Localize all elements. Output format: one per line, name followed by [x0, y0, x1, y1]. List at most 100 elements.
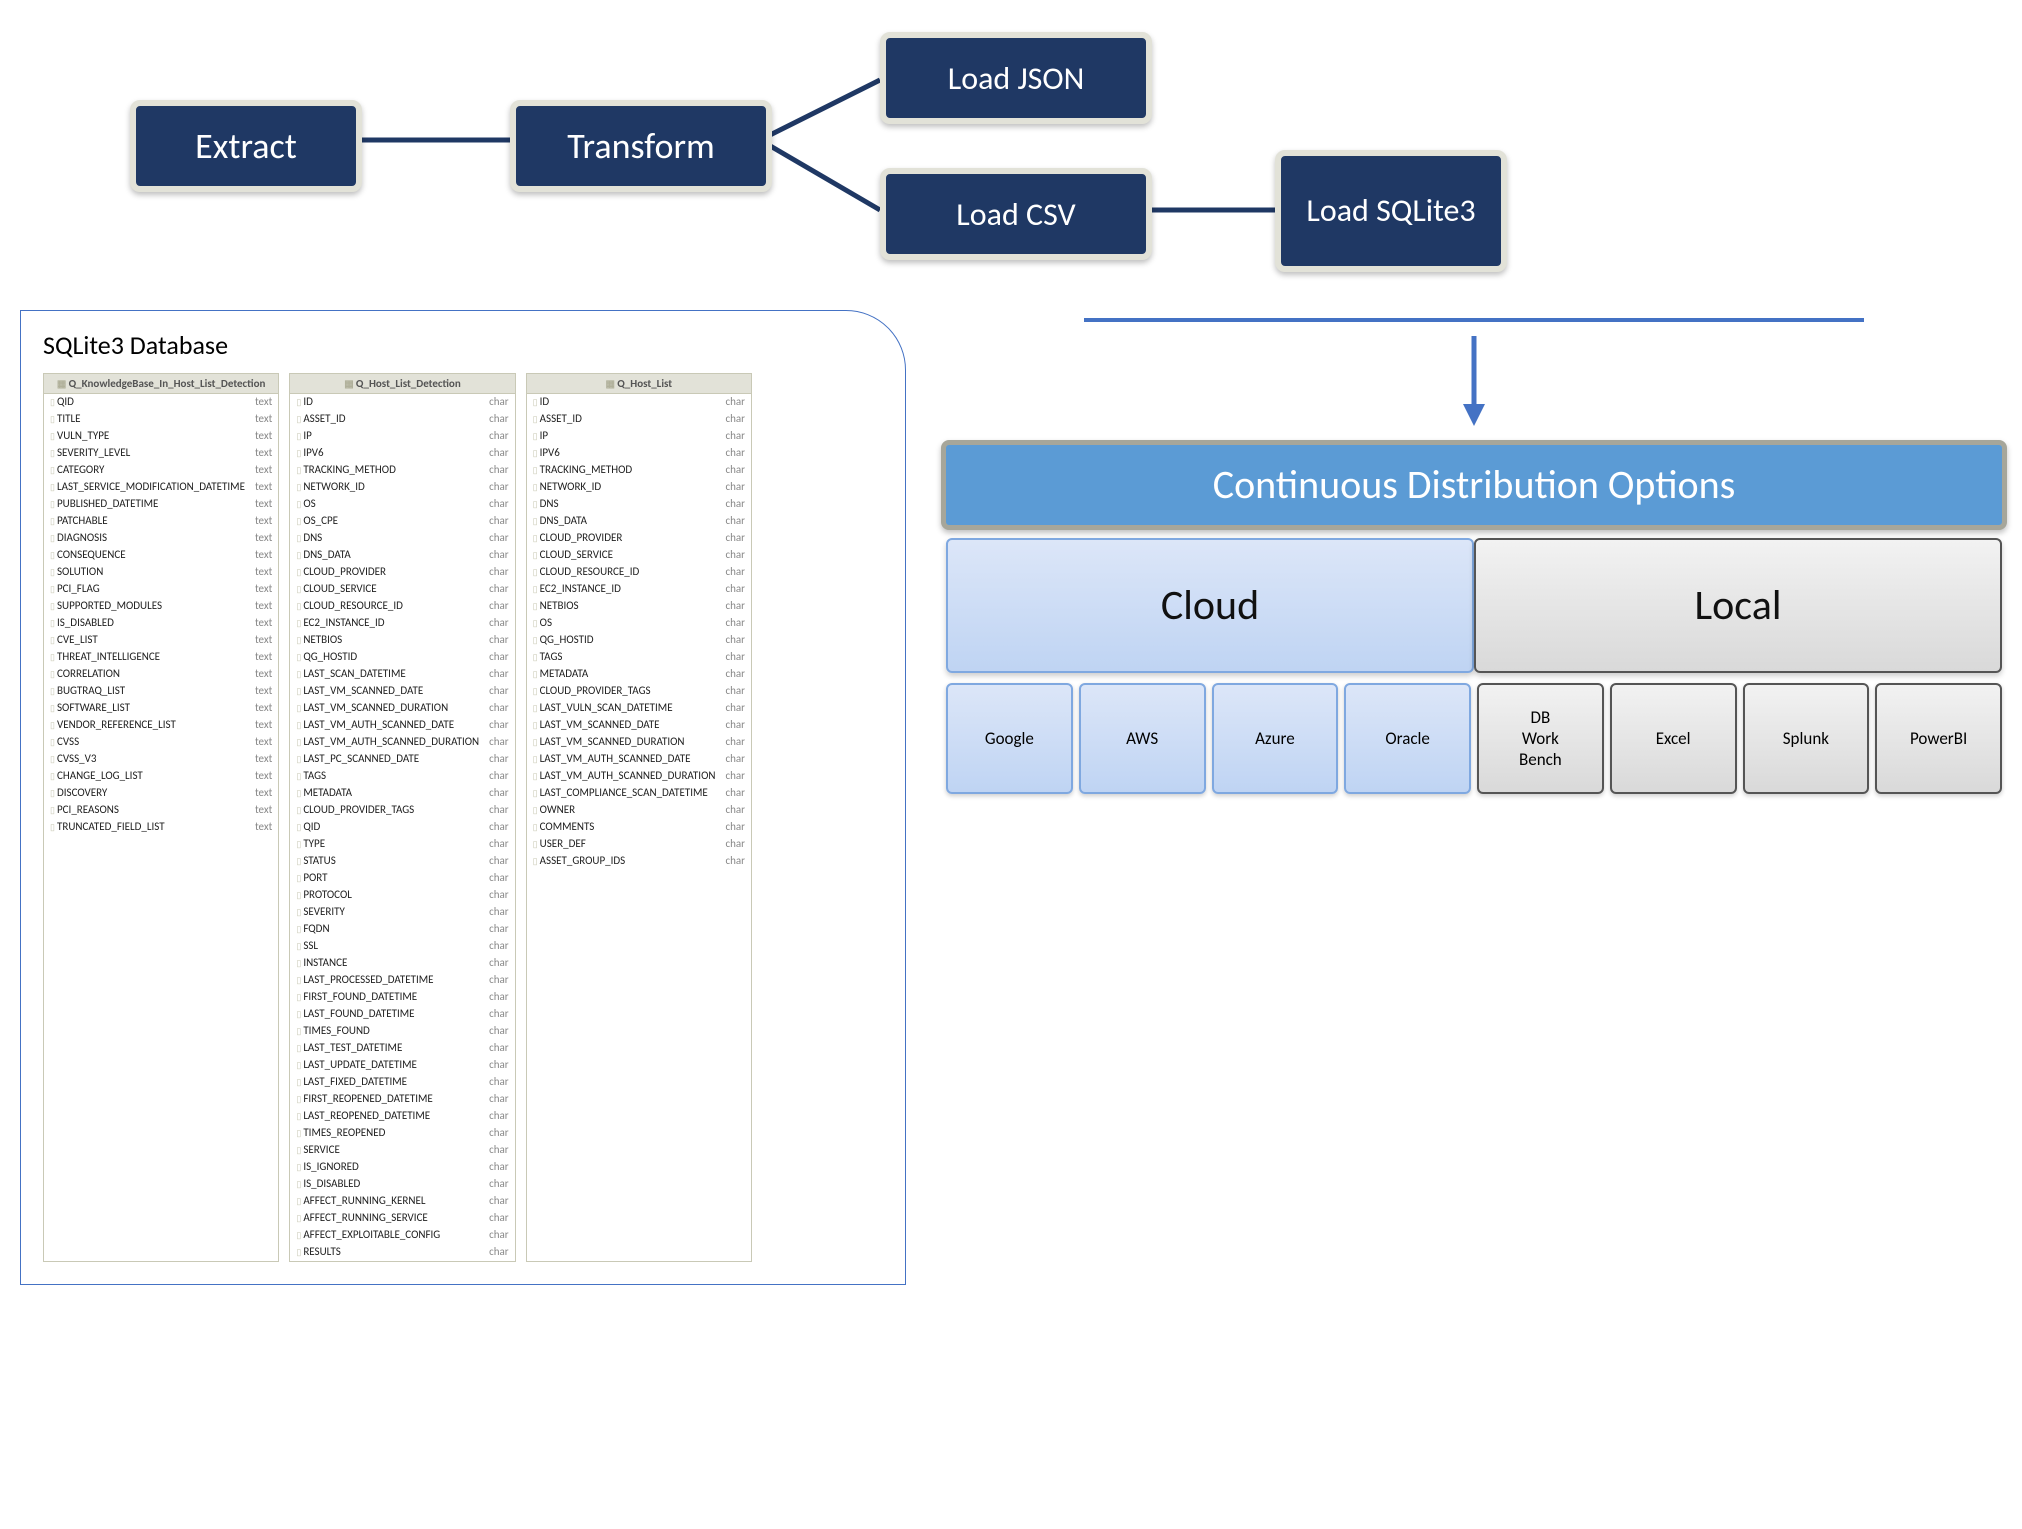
- db-field-name: CVE_LIST: [50, 632, 98, 649]
- db-field-type: char: [489, 632, 509, 649]
- db-field-row: TIMES_FOUNDchar: [290, 1023, 514, 1040]
- db-field-row: LAST_COMPLIANCE_SCAN_DATETIME char: [527, 785, 751, 802]
- db-field-row: PROTOCOLchar: [290, 887, 514, 904]
- db-field-row: INSTANCEchar: [290, 955, 514, 972]
- db-field-row: QIDchar: [290, 819, 514, 836]
- db-field-type: char: [725, 428, 745, 445]
- db-field-row: SSLchar: [290, 938, 514, 955]
- db-field-name: NETBIOS: [533, 598, 579, 615]
- db-field-type: char: [489, 462, 509, 479]
- db-field-row: LAST_VM_SCANNED_DATEchar: [290, 683, 514, 700]
- db-field-row: PATCHABLEtext: [44, 513, 278, 530]
- db-field-name: TIMES_REOPENED: [296, 1125, 385, 1142]
- db-field-row: IPV6char: [527, 445, 751, 462]
- db-field-type: char: [725, 836, 745, 853]
- db-field-type: char: [725, 649, 745, 666]
- db-field-type: char: [725, 785, 745, 802]
- db-field-type: char: [725, 411, 745, 428]
- db-field-row: QG_HOSTIDchar: [527, 632, 751, 649]
- db-field-type: char: [725, 819, 745, 836]
- db-field-name: LAST_PROCESSED_DATETIME: [296, 972, 433, 989]
- db-field-name: ASSET_ID: [296, 411, 345, 428]
- db-field-name: FQDN: [296, 921, 329, 938]
- local-group: Local: [1474, 538, 2002, 673]
- db-field-type: char: [725, 564, 745, 581]
- db-field-name: LAST_VM_SCANNED_DATE: [296, 683, 423, 700]
- db-field-name: DIAGNOSIS: [50, 530, 107, 547]
- db-field-name: AFFECT_RUNNING_KERNEL: [296, 1193, 425, 1210]
- db-field-name: SEVERITY_LEVEL: [50, 445, 130, 462]
- db-field-name: SUPPORTED_MODULES: [50, 598, 162, 615]
- db-field-type: char: [489, 581, 509, 598]
- db-field-name: ASSET_ID: [533, 411, 582, 428]
- load-csv-box: Load CSV: [880, 168, 1152, 260]
- db-field-name: METADATA: [533, 666, 589, 683]
- db-field-row: LAST_VM_SCANNED_DATEchar: [527, 717, 751, 734]
- db-field-type: char: [489, 530, 509, 547]
- db-field-row: USER_DEFchar: [527, 836, 751, 853]
- db-field-row: CORRELATIONtext: [44, 666, 278, 683]
- db-field-type: char: [725, 547, 745, 564]
- db-field-row: OS_CPEchar: [290, 513, 514, 530]
- db-field-name: CLOUD_PROVIDER: [296, 564, 386, 581]
- db-field-type: char: [489, 615, 509, 632]
- db-field-row: NETWORK_IDchar: [290, 479, 514, 496]
- arrow-down-icon: [1459, 336, 1489, 426]
- db-field-name: CHANGE_LOG_LIST: [50, 768, 143, 785]
- db-field-name: METADATA: [296, 785, 352, 802]
- db-field-type: text: [255, 683, 272, 700]
- local-chip: PowerBI: [1875, 683, 2002, 794]
- db-field-type: text: [255, 428, 272, 445]
- db-field-type: text: [255, 564, 272, 581]
- db-field-type: text: [255, 666, 272, 683]
- db-field-type: text: [255, 717, 272, 734]
- db-field-type: char: [489, 649, 509, 666]
- db-field-name: TAGS: [296, 768, 326, 785]
- db-field-name: CONSEQUENCE: [50, 547, 126, 564]
- db-field-name: NETBIOS: [296, 632, 342, 649]
- db-field-name: LAST_COMPLIANCE_SCAN_DATETIME: [533, 785, 708, 802]
- db-field-row: TITLEtext: [44, 411, 278, 428]
- db-field-type: char: [489, 1142, 509, 1159]
- db-field-name: VENDOR_REFERENCE_LIST: [50, 717, 176, 734]
- db-field-name: LAST_VULN_SCAN_DATETIME: [533, 700, 673, 717]
- local-chip: Excel: [1610, 683, 1737, 794]
- db-field-row: AFFECT_EXPLOITABLE_CONFIGchar: [290, 1227, 514, 1244]
- db-field-row: CONSEQUENCEtext: [44, 547, 278, 564]
- db-field-name: CLOUD_SERVICE: [533, 547, 613, 564]
- db-field-row: COMMENTSchar: [527, 819, 751, 836]
- db-field-name: TYPE: [296, 836, 325, 853]
- db-field-row: FIRST_REOPENED_DATETIMEchar: [290, 1091, 514, 1108]
- db-field-type: char: [725, 598, 745, 615]
- db-field-row: DISCOVERYtext: [44, 785, 278, 802]
- db-field-name: LAST_VM_AUTH_SCANNED_DATE: [296, 717, 454, 734]
- db-field-row: CLOUD_SERVICE char: [527, 547, 751, 564]
- db-field-type: text: [255, 768, 272, 785]
- db-field-row: LAST_VM_SCANNED_DURATIONchar: [290, 700, 514, 717]
- db-field-type: char: [725, 496, 745, 513]
- db-field-name: PROTOCOL: [296, 887, 352, 904]
- db-field-type: char: [489, 1159, 509, 1176]
- db-field-name: IS_IGNORED: [296, 1159, 359, 1176]
- load-sqlite-box: Load SQLite3: [1275, 150, 1507, 272]
- db-field-row: CATEGORYtext: [44, 462, 278, 479]
- db-field-type: char: [725, 768, 745, 785]
- db-field-name: TAGS: [533, 649, 563, 666]
- db-field-name: CLOUD_RESOURCE_ID: [296, 598, 403, 615]
- db-field-type: char: [489, 1108, 509, 1125]
- db-field-type: char: [489, 513, 509, 530]
- db-field-type: char: [489, 598, 509, 615]
- db-field-row: CVE_LISTtext: [44, 632, 278, 649]
- db-field-type: char: [489, 1091, 509, 1108]
- db-field-type: char: [725, 530, 745, 547]
- db-field-row: DIAGNOSIStext: [44, 530, 278, 547]
- db-field-name: CLOUD_PROVIDER_TAGS: [296, 802, 414, 819]
- db-field-row: ASSET_ID char: [527, 411, 751, 428]
- db-field-type: char: [489, 479, 509, 496]
- db-field-name: LAST_UPDATE_DATETIME: [296, 1057, 417, 1074]
- db-field-type: text: [255, 445, 272, 462]
- db-table-header: Q_Host_List_Detection: [290, 374, 514, 394]
- db-table: Q_Host_List_DetectionIDcharASSET_IDcharI…: [289, 373, 515, 1262]
- db-field-type: text: [255, 496, 272, 513]
- db-field-row: QIDtext: [44, 394, 278, 411]
